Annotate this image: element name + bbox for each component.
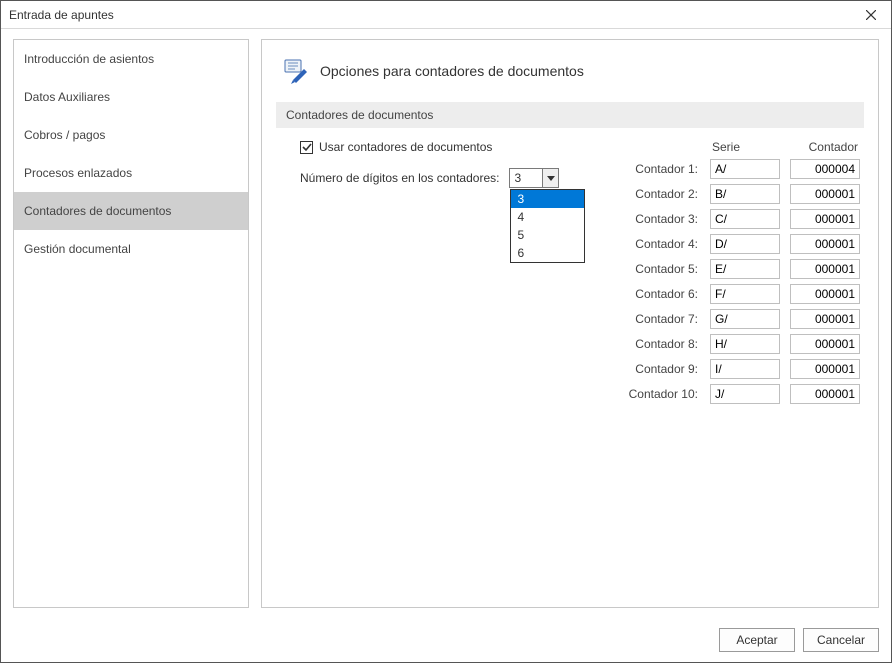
digits-combo[interactable]: 3 3456 — [509, 168, 559, 188]
header-contador: Contador — [790, 140, 860, 154]
contador-input-9[interactable] — [790, 359, 860, 379]
counter-label-3: Contador 3: — [620, 212, 700, 226]
use-counters-checkbox[interactable] — [300, 141, 313, 154]
counter-label-9: Contador 9: — [620, 362, 700, 376]
contador-input-6[interactable] — [790, 284, 860, 304]
counter-label-1: Contador 1: — [620, 162, 700, 176]
main-panel: Opciones para contadores de documentos C… — [261, 39, 879, 608]
cancel-button[interactable]: Cancelar — [803, 628, 879, 652]
digits-option-4[interactable]: 4 — [511, 208, 584, 226]
counter-label-2: Contador 2: — [620, 187, 700, 201]
options-row: Usar contadores de documentos Número de … — [276, 140, 864, 404]
left-options: Usar contadores de documentos Número de … — [300, 140, 559, 188]
serie-input-5[interactable] — [710, 259, 780, 279]
serie-input-4[interactable] — [710, 234, 780, 254]
counter-label-4: Contador 4: — [620, 237, 700, 251]
serie-input-10[interactable] — [710, 384, 780, 404]
serie-input-7[interactable] — [710, 309, 780, 329]
contador-input-1[interactable] — [790, 159, 860, 179]
titlebar: Entrada de apuntes — [1, 1, 891, 29]
digits-option-6[interactable]: 6 — [511, 244, 584, 262]
sidebar-item-2[interactable]: Cobros / pagos — [14, 116, 248, 154]
close-button[interactable] — [851, 1, 891, 29]
sidebar-item-0[interactable]: Introducción de asientos — [14, 40, 248, 78]
use-counters-row[interactable]: Usar contadores de documentos — [300, 140, 559, 154]
counter-label-8: Contador 8: — [620, 337, 700, 351]
page-title: Opciones para contadores de documentos — [320, 63, 584, 79]
serie-input-8[interactable] — [710, 334, 780, 354]
sidebar-item-4[interactable]: Contadores de documentos — [14, 192, 248, 230]
check-icon — [302, 142, 312, 152]
counter-label-10: Contador 10: — [620, 387, 700, 401]
contador-input-2[interactable] — [790, 184, 860, 204]
sidebar-item-5[interactable]: Gestión documental — [14, 230, 248, 268]
counter-label-7: Contador 7: — [620, 312, 700, 326]
footer: Aceptar Cancelar — [1, 618, 891, 662]
contador-input-7[interactable] — [790, 309, 860, 329]
document-edit-icon — [282, 58, 308, 84]
counter-label-6: Contador 6: — [620, 287, 700, 301]
combo-button[interactable] — [542, 169, 558, 187]
content-area: Introducción de asientosDatos Auxiliares… — [1, 29, 891, 618]
chevron-down-icon — [547, 174, 555, 182]
digits-dropdown: 3456 — [510, 189, 585, 263]
serie-input-2[interactable] — [710, 184, 780, 204]
sidebar-item-1[interactable]: Datos Auxiliares — [14, 78, 248, 116]
contador-input-4[interactable] — [790, 234, 860, 254]
sidebar-item-3[interactable]: Procesos enlazados — [14, 154, 248, 192]
contador-input-3[interactable] — [790, 209, 860, 229]
window-title: Entrada de apuntes — [9, 8, 114, 22]
sidebar: Introducción de asientosDatos Auxiliares… — [13, 39, 249, 608]
serie-input-3[interactable] — [710, 209, 780, 229]
header-serie: Serie — [710, 140, 780, 154]
close-icon — [866, 10, 876, 20]
serie-input-1[interactable] — [710, 159, 780, 179]
use-counters-label: Usar contadores de documentos — [319, 140, 492, 154]
accept-button[interactable]: Aceptar — [719, 628, 795, 652]
contador-input-5[interactable] — [790, 259, 860, 279]
digits-option-5[interactable]: 5 — [511, 226, 584, 244]
counters-grid: Serie Contador Contador 1: Contador 2: Con… — [620, 140, 864, 404]
contador-input-8[interactable] — [790, 334, 860, 354]
serie-input-9[interactable] — [710, 359, 780, 379]
digits-value: 3 — [510, 171, 542, 185]
digits-label: Número de dígitos en los contadores: — [300, 171, 499, 185]
section-header: Contadores de documentos — [276, 102, 864, 128]
contador-input-10[interactable] — [790, 384, 860, 404]
panel-header: Opciones para contadores de documentos — [276, 58, 864, 84]
serie-input-6[interactable] — [710, 284, 780, 304]
digits-row: Número de dígitos en los contadores: 3 3… — [300, 168, 559, 188]
counter-label-5: Contador 5: — [620, 262, 700, 276]
digits-option-3[interactable]: 3 — [511, 190, 584, 208]
